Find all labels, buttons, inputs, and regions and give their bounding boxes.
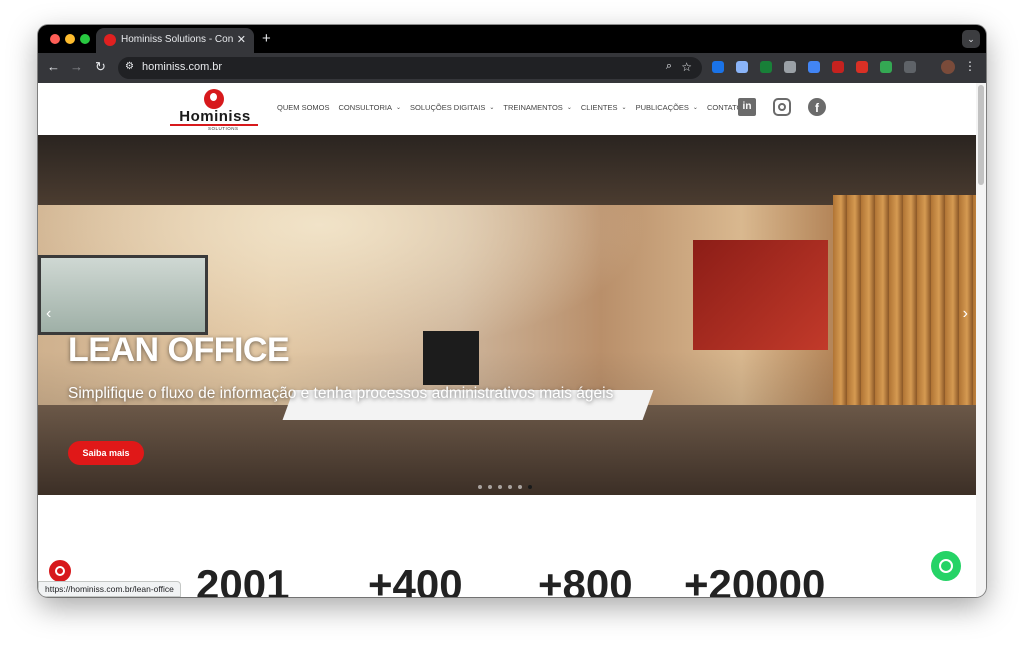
nav-item-consultoria[interactable]: CONSULTORIA ⌄ <box>339 103 402 112</box>
nav-label: CONSULTORIA <box>338 103 392 112</box>
tab-search-button[interactable]: ⌄ <box>962 30 980 48</box>
slider-dot[interactable] <box>528 485 532 489</box>
nav-item-treinamentos[interactable]: TREINAMENTOS ⌄ <box>503 103 571 112</box>
chevron-down-icon: ⌄ <box>621 105 627 111</box>
chevron-down-icon: ⌄ <box>489 105 495 111</box>
extension-1-icon[interactable] <box>712 61 724 73</box>
reload-icon[interactable]: ↻ <box>95 59 106 75</box>
extension-4-icon[interactable] <box>784 61 796 73</box>
hero-photo-wall <box>693 240 828 350</box>
chevron-down-icon: ⌄ <box>396 105 402 111</box>
address-bar[interactable]: ⚙ hominiss.com.br ⌕ ☆ <box>118 57 702 79</box>
slider-dots <box>478 485 538 489</box>
nav-label: SOLUÇÕES DIGITAIS <box>410 103 486 112</box>
nav-item-quem-somos[interactable]: QUEM SOMOS <box>277 103 330 112</box>
browser-window: Hominiss Solutions - Consult ✕ + ⌄ ← → ↻… <box>38 25 986 597</box>
nav-label: QUEM SOMOS <box>277 103 330 112</box>
close-window-button[interactable] <box>50 34 60 44</box>
hominiss-favicon-icon <box>104 34 116 46</box>
page-viewport: Hominiss SOLUTIONS QUEM SOMOS CONSULTORI… <box>38 83 986 597</box>
instagram-icon[interactable] <box>773 98 791 116</box>
hero-subtitle: Simplifique o fluxo de informação e tenh… <box>68 385 614 402</box>
hero-slider: LEAN OFFICE Simplifique o fluxo de infor… <box>38 135 976 495</box>
slider-dot[interactable] <box>498 485 502 489</box>
main-nav: QUEM SOMOS CONSULTORIA ⌄ SOLUÇÕES DIGITAI… <box>277 103 751 112</box>
hominiss-logo[interactable]: Hominiss SOLUTIONS <box>168 89 262 131</box>
extensions-icon[interactable] <box>904 61 916 73</box>
nav-item-solucoes-digitais[interactable]: SOLUÇÕES DIGITAIS ⌄ <box>410 103 494 112</box>
extension-2-icon[interactable] <box>736 61 748 73</box>
logo-mark-icon <box>204 89 224 109</box>
logo-subtitle: SOLUTIONS <box>208 126 239 131</box>
link-status-url: https://hominiss.com.br/lean-office <box>38 581 181 597</box>
nav-label: PUBLICAÇÕES <box>635 103 689 112</box>
tab-active[interactable]: Hominiss Solutions - Consult ✕ <box>96 28 254 53</box>
page-scrollbar[interactable] <box>976 83 986 597</box>
extension-6-icon[interactable] <box>832 61 844 73</box>
new-tab-button[interactable]: + <box>262 30 271 47</box>
kebab-menu-icon[interactable]: ⋮ <box>964 59 976 73</box>
extension-8-icon[interactable] <box>880 61 892 73</box>
slider-next-icon[interactable]: › <box>963 305 968 323</box>
extension-5-icon[interactable] <box>808 61 820 73</box>
stat-value: +400 <box>368 561 463 597</box>
forward-icon[interactable]: → <box>70 59 83 74</box>
linkedin-icon[interactable]: in <box>738 98 756 116</box>
slider-prev-icon[interactable]: ‹ <box>46 305 51 323</box>
maximize-window-button[interactable] <box>80 34 90 44</box>
hero-title: LEAN OFFICE <box>68 331 290 369</box>
saiba-mais-button[interactable]: Saiba mais <box>68 441 144 465</box>
minimize-window-button[interactable] <box>65 34 75 44</box>
tab-strip: Hominiss Solutions - Consult ✕ + ⌄ <box>38 25 986 53</box>
slider-dot[interactable] <box>478 485 482 489</box>
chevron-down-icon: ⌄ <box>692 105 698 111</box>
url-text[interactable]: hominiss.com.br <box>142 61 222 73</box>
stat-value: +800 <box>538 561 633 597</box>
tab-close-icon[interactable]: ✕ <box>237 33 246 46</box>
hero-photo-monitor <box>423 331 479 385</box>
back-icon[interactable]: ← <box>47 59 60 74</box>
chevron-down-icon: ⌄ <box>566 105 572 111</box>
slider-dot[interactable] <box>518 485 522 489</box>
site-info-icon[interactable]: ⚙ <box>125 61 134 72</box>
nav-label: TREINAMENTOS <box>503 103 563 112</box>
site-header: Hominiss SOLUTIONS QUEM SOMOS CONSULTORI… <box>38 83 976 135</box>
nav-item-publicacoes[interactable]: PUBLICAÇÕES ⌄ <box>636 103 698 112</box>
whatsapp-icon[interactable] <box>931 551 961 581</box>
slider-dot[interactable] <box>488 485 492 489</box>
tab-title: Hominiss Solutions - Consult <box>121 34 233 45</box>
stat-value: +20000 <box>684 561 826 597</box>
extension-3-icon[interactable] <box>760 61 772 73</box>
stat-value: 2001 <box>196 561 290 597</box>
browser-toolbar: ← → ↻ ⚙ hominiss.com.br ⌕ ☆ ⋮ <box>38 53 986 83</box>
slider-dot[interactable] <box>508 485 512 489</box>
zoom-icon[interactable]: ⌕ <box>666 60 672 73</box>
facebook-icon[interactable]: f <box>808 98 826 116</box>
logo-wordmark: Hominiss <box>179 108 251 125</box>
hero-photo-wood-panel <box>833 195 976 415</box>
extension-7-icon[interactable] <box>856 61 868 73</box>
scroll-thumb[interactable] <box>978 85 984 185</box>
bookmark-star-icon[interactable]: ☆ <box>681 60 692 74</box>
nav-item-clientes[interactable]: CLIENTES ⌄ <box>581 103 627 112</box>
nav-label: CLIENTES <box>580 103 618 112</box>
hero-photo-window <box>38 255 208 335</box>
profile-avatar[interactable] <box>941 60 955 74</box>
